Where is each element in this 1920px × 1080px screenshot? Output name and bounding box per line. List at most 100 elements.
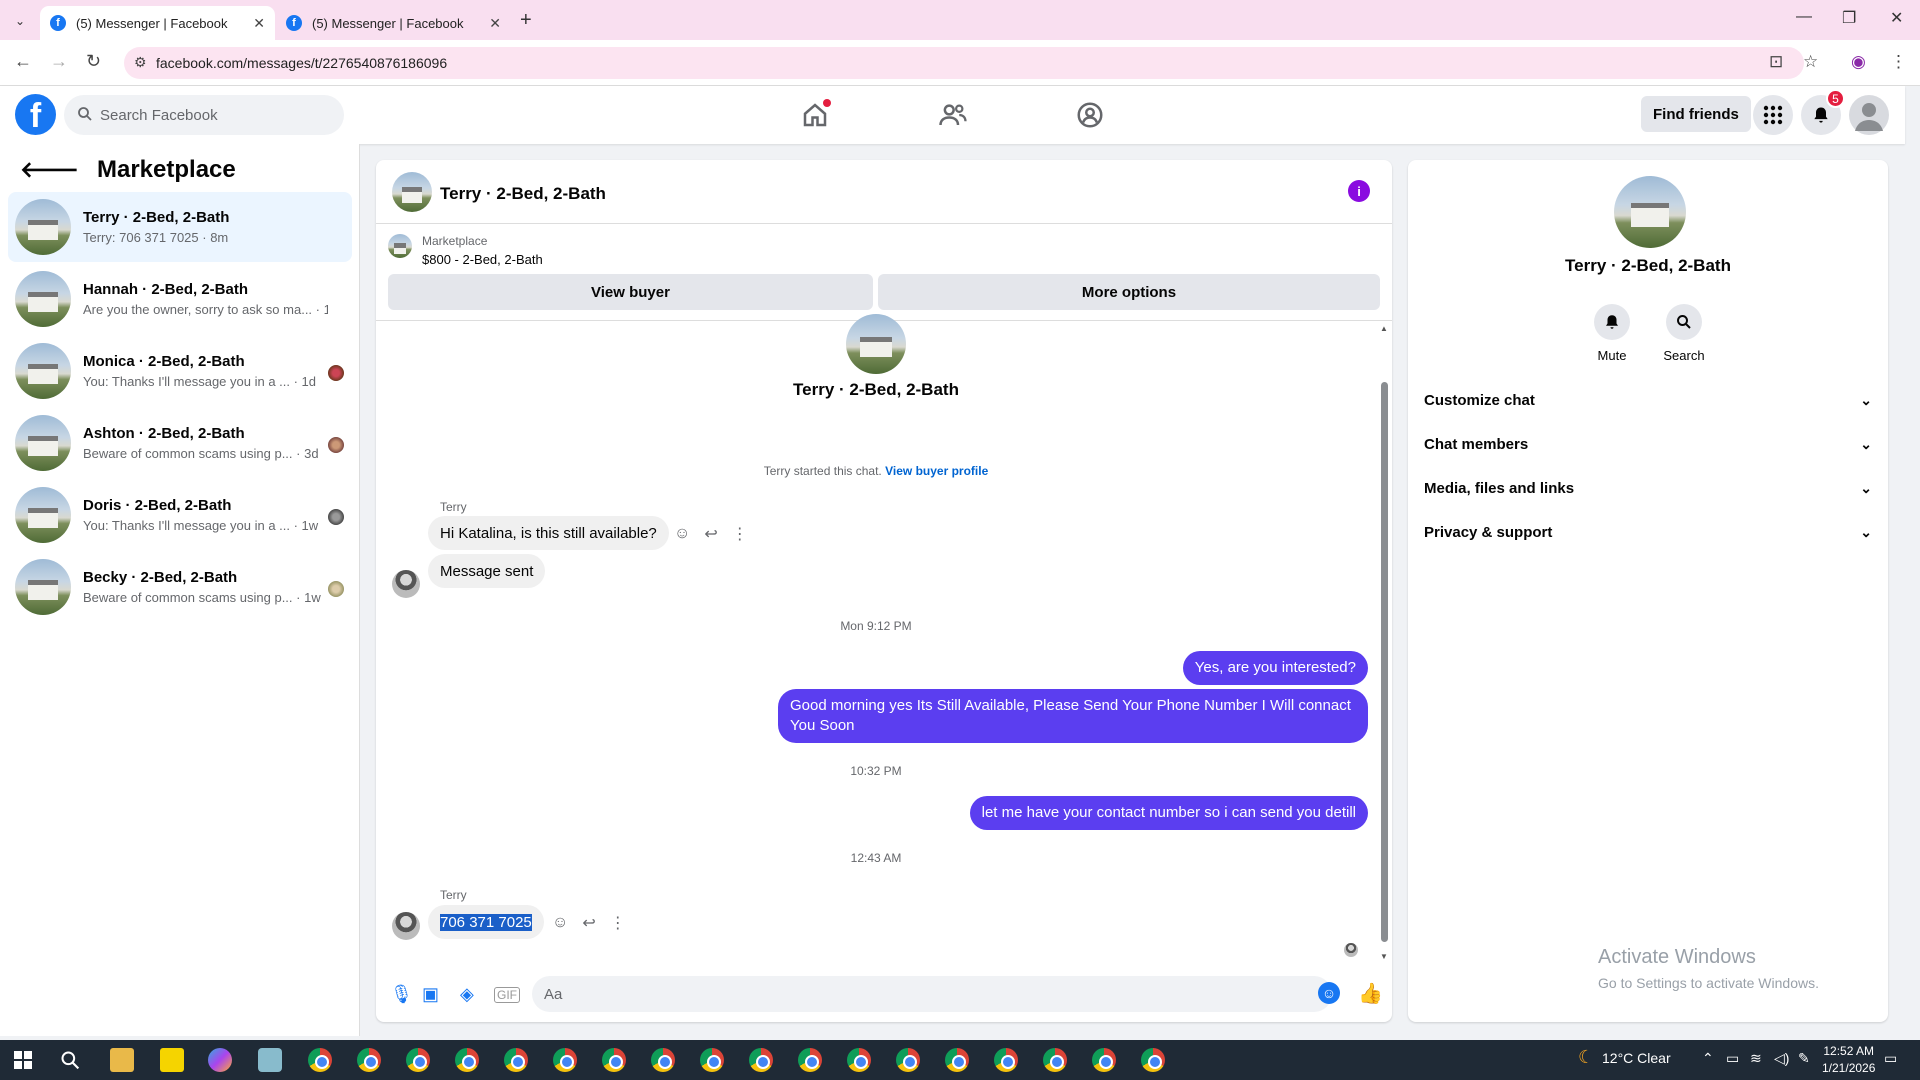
conversation-item[interactable]: Ashton · 2-Bed, 2-Bath Beware of common s… — [8, 408, 352, 478]
scroll-down-icon[interactable]: ▼ — [1380, 952, 1388, 961]
outgoing-message[interactable]: Yes, are you interested? — [1182, 651, 1368, 685]
chrome-icon[interactable] — [847, 1048, 871, 1072]
chrome-icon[interactable] — [1092, 1048, 1116, 1072]
search-input[interactable]: Search Facebook — [64, 95, 344, 135]
conversation-item[interactable]: Monica · 2-Bed, 2-Bath You: Thanks I'll m… — [8, 336, 352, 406]
chrome-icon[interactable] — [798, 1048, 822, 1072]
view-buyer-button[interactable]: View buyer — [388, 274, 873, 310]
restore-icon[interactable]: ❐ — [1842, 8, 1856, 28]
copilot-icon[interactable] — [208, 1048, 232, 1072]
bookmark-star-icon[interactable]: ☆ — [1803, 52, 1818, 72]
back-arrow-icon[interactable]: 🡐 — [20, 157, 79, 183]
react-icon[interactable]: ☺ — [552, 914, 568, 932]
conversation-item[interactable]: Becky · 2-Bed, 2-Bath Beware of common sc… — [8, 552, 352, 622]
facebook-logo-icon[interactable]: f — [15, 94, 56, 135]
volume-icon[interactable]: ◁) — [1774, 1050, 1789, 1067]
sticky-notes-icon[interactable] — [160, 1048, 184, 1072]
outgoing-message[interactable]: Good morning yes Its Still Available, Pl… — [778, 689, 1368, 743]
back-icon[interactable]: ← — [14, 51, 32, 72]
chrome-icon[interactable] — [651, 1048, 675, 1072]
view-buyer-profile-link[interactable]: View buyer profile — [885, 464, 988, 478]
new-tab-icon[interactable]: + — [520, 9, 532, 32]
message-input[interactable]: Aa — [532, 976, 1332, 1012]
chrome-icon[interactable] — [602, 1048, 626, 1072]
chrome-icon[interactable] — [749, 1048, 773, 1072]
wifi-icon[interactable]: ≋ — [1750, 1050, 1762, 1067]
browser-tab-2[interactable]: f (5) Messenger | Facebook ✕ — [276, 6, 511, 40]
react-icon[interactable]: ☺ — [674, 525, 690, 543]
close-tab-icon[interactable]: ✕ — [253, 15, 265, 32]
mute-button[interactable]: Mute — [1582, 304, 1642, 363]
chrome-icon[interactable] — [553, 1048, 577, 1072]
conversation-item[interactable]: Terry · 2-Bed, 2-Bath Terry: 706 371 7025… — [8, 192, 352, 262]
chrome-icon[interactable] — [1043, 1048, 1067, 1072]
emoji-icon[interactable]: ☺ — [1318, 982, 1340, 1004]
reply-icon[interactable]: ↩ — [704, 524, 717, 544]
incoming-message[interactable]: Hi Katalina, is this still available? — [428, 516, 669, 550]
chrome-icon[interactable] — [1141, 1048, 1165, 1072]
close-window-icon[interactable]: ✕ — [1890, 8, 1903, 28]
sender-avatar[interactable] — [392, 912, 420, 940]
like-thumb-icon[interactable]: 👍 — [1358, 981, 1383, 1006]
windows-start-icon[interactable] — [14, 1051, 32, 1069]
weather-moon-icon[interactable]: ☾ — [1578, 1047, 1594, 1068]
incoming-message[interactable]: 706 371 7025 — [428, 905, 544, 939]
chrome-icon[interactable] — [945, 1048, 969, 1072]
file-explorer-icon[interactable] — [110, 1048, 134, 1072]
browser-menu-icon[interactable]: ⋮ — [1890, 52, 1907, 72]
profile-icon[interactable]: ◉ — [1851, 52, 1866, 72]
close-tab-icon[interactable]: ✕ — [489, 15, 501, 32]
info-icon[interactable]: i — [1348, 180, 1370, 202]
customize-chat-section[interactable]: Customize chat ⌄ — [1424, 382, 1872, 418]
chrome-icon[interactable] — [455, 1048, 479, 1072]
groups-icon[interactable] — [1075, 100, 1105, 130]
friends-icon[interactable] — [938, 100, 968, 130]
conversation-item[interactable]: Hannah · 2-Bed, 2-Bath Are you the owner,… — [8, 264, 352, 334]
weather-text[interactable]: 12°C Clear — [1602, 1050, 1671, 1066]
chat-title[interactable]: Terry · 2-Bed, 2-Bath — [440, 184, 606, 204]
scrollbar-thumb[interactable] — [1381, 382, 1388, 942]
app-icon[interactable] — [258, 1048, 282, 1072]
browser-tab-1[interactable]: f (5) Messenger | Facebook ✕ — [40, 6, 275, 40]
chrome-icon[interactable] — [406, 1048, 430, 1072]
chrome-icon[interactable] — [357, 1048, 381, 1072]
chrome-icon[interactable] — [308, 1048, 332, 1072]
sender-avatar[interactable] — [392, 570, 420, 598]
forward-icon[interactable]: → — [50, 51, 68, 72]
chrome-icon[interactable] — [504, 1048, 528, 1072]
chat-scrollbar[interactable]: ▲ ▼ — [1380, 324, 1388, 961]
sticker-icon[interactable]: ◈ — [460, 984, 474, 1005]
media-files-links-section[interactable]: Media, files and links ⌄ — [1424, 470, 1872, 506]
microphone-icon[interactable]: 🎙 — [390, 984, 413, 1005]
chrome-icon[interactable] — [896, 1048, 920, 1072]
outgoing-message[interactable]: let me have your contact number so i can… — [969, 796, 1368, 830]
chat-members-section[interactable]: Chat members ⌄ — [1424, 426, 1872, 462]
minimize-icon[interactable]: — — [1796, 8, 1812, 26]
install-app-icon[interactable]: ⊡ — [1769, 52, 1783, 72]
tab-search-icon[interactable]: ⌄ — [10, 11, 30, 31]
system-clock[interactable]: 12:52 AM 1/21/2026 — [1822, 1043, 1875, 1077]
more-options-button[interactable]: More options — [878, 274, 1380, 310]
gif-icon[interactable]: GIF — [494, 987, 520, 1003]
search-icon[interactable] — [60, 1050, 80, 1070]
privacy-support-section[interactable]: Privacy & support ⌄ — [1424, 514, 1872, 550]
account-avatar[interactable] — [1849, 95, 1889, 135]
search-chat-button[interactable]: Search — [1654, 304, 1714, 363]
pen-icon[interactable]: ✎ — [1798, 1050, 1810, 1067]
url-field[interactable]: ⚙ facebook.com/messages/t/22765408761860… — [124, 47, 1804, 79]
reload-icon[interactable]: ↻ — [86, 51, 101, 72]
incoming-message[interactable]: Message sent — [428, 554, 546, 588]
menu-grid-button[interactable] — [1753, 95, 1793, 135]
more-icon[interactable]: ⋮ — [610, 913, 626, 933]
chrome-icon[interactable] — [994, 1048, 1018, 1072]
details-avatar[interactable] — [1614, 176, 1686, 248]
conversation-item[interactable]: Doris · 2-Bed, 2-Bath You: Thanks I'll me… — [8, 480, 352, 550]
chat-avatar[interactable] — [392, 172, 432, 212]
tray-chevron-icon[interactable]: ⌃ — [1702, 1050, 1714, 1067]
reply-icon[interactable]: ↩ — [582, 913, 595, 933]
more-icon[interactable]: ⋮ — [732, 524, 748, 544]
notification-center-icon[interactable]: ▭ — [1884, 1050, 1897, 1067]
profile-avatar[interactable] — [846, 314, 906, 374]
scroll-up-icon[interactable]: ▲ — [1380, 324, 1388, 333]
photo-icon[interactable]: ▣ — [422, 984, 439, 1005]
